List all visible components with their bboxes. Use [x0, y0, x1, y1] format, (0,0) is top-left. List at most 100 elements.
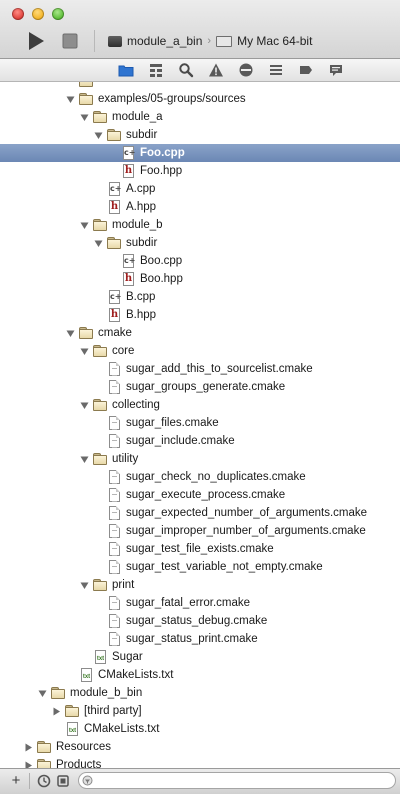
cpp-source-file-icon: c+ [106, 289, 122, 305]
tree-file-row[interactable]: c+ Boo.cpp [0, 252, 400, 270]
tree-item-label: collecting [112, 399, 160, 411]
tree-file-row[interactable]: sugar_fatal_error.cmake [0, 594, 400, 612]
list-icon [270, 65, 282, 75]
tree-group-row[interactable]: module_b_bin [0, 684, 400, 702]
tree-group-row[interactable]: cmake [0, 324, 400, 342]
disclosure-triangle-open-icon[interactable] [94, 131, 103, 140]
tree-item-label: Foo.cpp [140, 147, 185, 159]
disclosure-triangle-open-icon[interactable] [80, 401, 89, 410]
disclosure-triangle-closed-icon[interactable] [24, 761, 33, 768]
tree-file-row[interactable]: h B.hpp [0, 306, 400, 324]
tree-file-row[interactable]: sugar_check_no_duplicates.cmake [0, 468, 400, 486]
tree-file-row[interactable]: sugar_expected_number_of_arguments.cmake [0, 504, 400, 522]
tree-file-row[interactable]: sugar_execute_process.cmake [0, 486, 400, 504]
source-control-icon[interactable] [55, 773, 71, 789]
scheme-target-label[interactable]: module_a_bin [127, 34, 202, 48]
tab-symbol-navigator[interactable] [148, 62, 164, 78]
tree-item-label: sugar_test_file_exists.cmake [126, 543, 274, 555]
bottom-separator [29, 773, 30, 789]
tree-file-row[interactable]: c+ B.cpp [0, 288, 400, 306]
tree-group-row[interactable]: module_a [0, 108, 400, 126]
tree-group-row[interactable]: Resources [0, 738, 400, 756]
tree-group-row[interactable] [0, 82, 400, 90]
tree-item-label: utility [112, 453, 139, 465]
tree-item-label: Boo.hpp [140, 273, 183, 285]
tree-file-row[interactable]: h Foo.hpp [0, 162, 400, 180]
tree-group-row[interactable]: core [0, 342, 400, 360]
disclosure-triangle-closed-icon[interactable] [52, 707, 61, 716]
tab-search-navigator[interactable] [178, 62, 194, 78]
tree-item-label: A.cpp [126, 183, 156, 195]
tree-group-row[interactable]: subdir [0, 234, 400, 252]
tab-test-navigator[interactable] [238, 62, 254, 78]
run-button[interactable] [24, 30, 48, 52]
disclosure-triangle-open-icon[interactable] [38, 689, 47, 698]
tab-debug-navigator[interactable] [268, 62, 284, 78]
document-file-icon [106, 559, 122, 575]
tree-item-label: A.hpp [126, 201, 157, 213]
tree-group-row[interactable]: subdir [0, 126, 400, 144]
recent-files-icon[interactable] [36, 773, 52, 789]
tab-log-navigator[interactable] [328, 62, 344, 78]
toolbar-separator [94, 30, 95, 52]
tree-file-row[interactable]: sugar_test_file_exists.cmake [0, 540, 400, 558]
header-file-icon: h [109, 200, 120, 214]
tree-group-row[interactable]: Products [0, 756, 400, 768]
project-navigator-tree[interactable]: examples/05-groups/sources module_asubdir… [0, 82, 400, 768]
zoom-window-button[interactable] [52, 8, 64, 20]
disclosure-triangle-closed-icon[interactable] [24, 743, 33, 752]
destination-label[interactable]: My Mac 64-bit [237, 34, 312, 48]
tree-file-row[interactable]: txt CMakeLists.txt [0, 720, 400, 738]
tab-issue-navigator[interactable] [208, 62, 224, 78]
minimize-window-button[interactable] [32, 8, 44, 20]
tree-file-row[interactable]: h A.hpp [0, 198, 400, 216]
disclosure-triangle-open-icon[interactable] [80, 455, 89, 464]
tree-file-row[interactable]: c+ A.cpp [0, 180, 400, 198]
tree-file-row[interactable]: sugar_include.cmake [0, 432, 400, 450]
stop-button[interactable] [60, 32, 80, 50]
tree-group-row[interactable]: examples/05-groups/sources [0, 90, 400, 108]
tab-breakpoint-navigator[interactable] [298, 62, 314, 78]
tree-file-row[interactable]: h Boo.hpp [0, 270, 400, 288]
tree-group-row[interactable]: module_b [0, 216, 400, 234]
tree-item-label: sugar_improper_number_of_arguments.cmake [126, 525, 366, 537]
tree-file-row[interactable]: sugar_test_variable_not_empty.cmake [0, 558, 400, 576]
tree-file-row[interactable]: txt Sugar [0, 648, 400, 666]
tab-project-navigator[interactable] [118, 62, 134, 78]
disclosure-triangle-open-icon[interactable] [66, 95, 75, 104]
tree-group-row[interactable]: print [0, 576, 400, 594]
tree-item-label: sugar_test_variable_not_empty.cmake [126, 561, 323, 573]
tree-file-row[interactable]: sugar_files.cmake [0, 414, 400, 432]
text-file-icon: txt [64, 721, 80, 737]
tree-file-row[interactable]: c+ Foo.cpp [0, 144, 400, 162]
document-file-icon [106, 487, 122, 503]
folder-icon [106, 235, 122, 251]
tree-file-row[interactable]: sugar_improper_number_of_arguments.cmake [0, 522, 400, 540]
text-file-icon: txt [78, 667, 94, 683]
disclosure-triangle-open-icon[interactable] [80, 581, 89, 590]
tree-item-label: module_a [112, 111, 163, 123]
disclosure-triangle-open-icon[interactable] [66, 329, 75, 338]
disclosure-triangle-open-icon[interactable] [80, 113, 89, 122]
filter-input[interactable] [78, 772, 396, 789]
disclosure-triangle-open-icon[interactable] [80, 221, 89, 230]
tree-file-row[interactable]: sugar_status_print.cmake [0, 630, 400, 648]
tree-file-row[interactable]: sugar_status_debug.cmake [0, 612, 400, 630]
add-icon[interactable]: + [9, 773, 23, 789]
chevron-right-icon: › [207, 35, 212, 47]
tree-item-label: Products [56, 759, 102, 768]
tree-file-row[interactable]: sugar_groups_generate.cmake [0, 378, 400, 396]
close-window-button[interactable] [12, 8, 24, 20]
header-file-icon: h [109, 308, 120, 322]
tree-file-row[interactable]: sugar_add_this_to_sourcelist.cmake [0, 360, 400, 378]
tree-item-label: sugar_status_debug.cmake [126, 615, 268, 627]
disclosure-triangle-open-icon[interactable] [94, 239, 103, 248]
folder-icon [78, 325, 94, 341]
disclosure-triangle-open-icon[interactable] [80, 347, 89, 356]
tree-item-label: module_b [112, 219, 163, 231]
tree-group-row[interactable]: collecting [0, 396, 400, 414]
scheme-selector[interactable]: module_a_bin › My Mac 64-bit [108, 32, 312, 50]
tree-group-row[interactable]: [third party] [0, 702, 400, 720]
tree-group-row[interactable]: utility [0, 450, 400, 468]
tree-file-row[interactable]: txt CMakeLists.txt [0, 666, 400, 684]
